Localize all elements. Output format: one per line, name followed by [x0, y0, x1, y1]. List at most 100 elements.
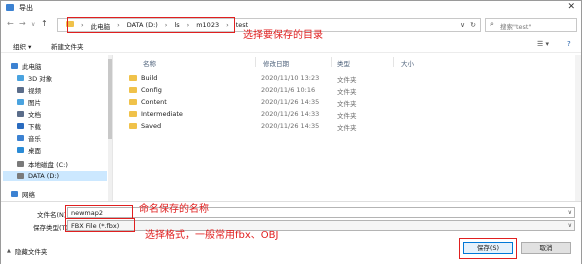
music-icon [17, 135, 24, 141]
sidebar-item-3d-objects[interactable]: 3D 对象 [17, 73, 52, 83]
forward-arrow-icon[interactable]: → [19, 19, 26, 28]
sidebar-item-this-pc[interactable]: 此电脑 [11, 61, 42, 71]
save-options: 文件名(N): newmap2 ∨ 保存类型(T): FBX File (*.f… [1, 201, 581, 264]
file-type: 文件夹 [337, 100, 357, 108]
file-name: Config [141, 86, 162, 94]
column-divider[interactable] [393, 57, 394, 67]
collapse-icon: ▲ [7, 248, 11, 254]
sidebar-item-desktop[interactable]: 桌面 [17, 145, 41, 155]
help-icon[interactable]: ? [567, 40, 571, 48]
folder-icon [129, 99, 137, 105]
search-box[interactable]: ⌕ 搜索"test" [485, 18, 577, 32]
column-divider[interactable] [331, 57, 332, 67]
column-header-name[interactable]: 名称 [143, 58, 156, 68]
sidebar-item-label: DATA (D:) [28, 172, 60, 180]
cancel-button[interactable]: 取消 [521, 242, 571, 254]
computer-icon [11, 63, 18, 69]
sidebar-scrollbar-thumb[interactable] [108, 59, 112, 139]
sidebar-item-local-disk-c[interactable]: 本地磁盘 (C:) [17, 159, 68, 169]
folder-icon [129, 123, 137, 129]
sidebar-item-music[interactable]: 音乐 [17, 133, 41, 143]
file-name: Saved [141, 122, 162, 130]
sidebar-scrollbar[interactable] [108, 55, 112, 201]
toolbar: 组织 ▾ 新建文件夹 ☰ ▾ ? [1, 37, 581, 53]
dialog-icon [6, 4, 14, 11]
file-name: Build [141, 74, 158, 82]
file-modified: 2020/11/26 14:35 [261, 122, 320, 130]
up-arrow-icon[interactable]: ↑ [41, 19, 48, 28]
refresh-icon[interactable]: ↻ [470, 21, 476, 29]
recent-locations-chevron-icon[interactable]: ∨ [31, 21, 35, 28]
file-name: Intermediate [141, 110, 183, 118]
file-name: Content [141, 98, 167, 106]
download-icon [17, 123, 24, 129]
chevron-down-icon[interactable]: ∨ [568, 222, 572, 229]
organize-menu[interactable]: 组织 ▾ [13, 41, 31, 51]
file-row-content[interactable]: Content 2020/11/26 14:35 文件夹 [125, 97, 565, 108]
sidebar-item-label: 本地磁盘 (C:) [28, 161, 68, 169]
folder-icon [129, 75, 137, 81]
annotation-format: 选择格式，一般常用fbx、OBJ [145, 230, 279, 241]
close-icon[interactable]: ✕ [567, 2, 575, 12]
address-highlight-box [67, 17, 235, 33]
sidebar-item-label: 文档 [28, 111, 41, 119]
sidebar-item-documents[interactable]: 文档 [17, 109, 41, 119]
new-folder-button[interactable]: 新建文件夹 [51, 41, 84, 51]
file-row-intermediate[interactable]: Intermediate 2020/11/26 14:33 文件夹 [125, 109, 565, 120]
sidebar-item-label: 网络 [22, 191, 35, 199]
column-header-type[interactable]: 类型 [337, 58, 350, 68]
file-row-build[interactable]: Build 2020/11/10 13:23 文件夹 [125, 73, 565, 84]
folder-icon [129, 111, 137, 117]
view-options-icon[interactable]: ☰ ▾ [537, 40, 549, 48]
address-dropdown-icon[interactable]: ∨ [460, 21, 465, 29]
sidebar-item-data-d[interactable]: DATA (D:) [3, 171, 107, 181]
column-header-size[interactable]: 大小 [401, 58, 414, 68]
file-type: 文件夹 [337, 112, 357, 120]
sidebar-item-label: 视频 [28, 87, 41, 95]
file-modified: 2020/11/26 14:33 [261, 110, 320, 118]
export-dialog: 导出 ✕ ← → ∨ ↑ › 此电脑 › DATA (D:) › ls › m1… [0, 0, 582, 264]
file-list-scrollbar[interactable] [575, 55, 581, 201]
sidebar-item-videos[interactable]: 视频 [17, 85, 41, 95]
hide-folders-label: 隐藏文件夹 [14, 248, 48, 256]
3d-objects-icon [17, 75, 24, 81]
column-divider[interactable] [255, 57, 256, 67]
sidebar-item-label: 图片 [28, 99, 41, 107]
address-tools: ∨ ↻ [460, 21, 476, 29]
sidebar-item-label: 音乐 [28, 135, 41, 143]
file-type: 文件夹 [337, 124, 357, 132]
sidebar-item-label: 此电脑 [22, 63, 42, 71]
back-arrow-icon[interactable]: ← [7, 19, 14, 28]
file-type: 文件夹 [337, 88, 357, 96]
video-icon [17, 87, 24, 93]
documents-icon [17, 111, 24, 117]
search-placeholder: 搜索"test" [500, 23, 532, 31]
folder-icon [129, 87, 137, 93]
sidebar-item-label: 下载 [28, 123, 41, 131]
sidebar-item-label: 桌面 [28, 147, 41, 155]
search-icon: ⌕ [490, 20, 494, 28]
save-type-highlight-box [65, 218, 135, 232]
sidebar-item-downloads[interactable]: 下载 [17, 121, 41, 131]
file-modified: 2020/11/10 13:23 [261, 74, 320, 82]
chevron-down-icon[interactable]: ∨ [568, 209, 572, 216]
file-row-config[interactable]: Config 2020/11/6 10:16 文件夹 [125, 85, 565, 96]
filename-highlight-box [65, 205, 133, 219]
save-type-select[interactable]: FBX File (*.fbx) ∨ [67, 220, 575, 231]
column-header-modified[interactable]: 修改日期 [263, 58, 289, 68]
navigation-pane: 此电脑 3D 对象 视频 图片 文档 下载 音乐 桌面 本地磁盘 (C:) DA… [1, 55, 113, 201]
file-modified: 2020/11/26 14:35 [261, 98, 320, 106]
dialog-title: 导出 [19, 4, 33, 12]
file-list: 名称 修改日期 类型 大小 Build 2020/11/10 13:23 文件夹… [115, 55, 575, 201]
drive-icon [17, 173, 24, 179]
sidebar-item-pictures[interactable]: 图片 [17, 97, 41, 107]
drive-icon [17, 161, 24, 167]
sidebar-item-network[interactable]: 网络 [11, 189, 35, 199]
filename-label: 文件名(N): [37, 211, 69, 219]
file-row-saved[interactable]: Saved 2020/11/26 14:35 文件夹 [125, 121, 565, 132]
annotation-name: 命名保存的名称 [139, 204, 209, 215]
file-modified: 2020/11/6 10:16 [261, 86, 316, 94]
hide-folders-toggle[interactable]: ▲ 隐藏文件夹 [7, 246, 47, 256]
pictures-icon [17, 99, 24, 105]
file-type: 文件夹 [337, 76, 357, 84]
